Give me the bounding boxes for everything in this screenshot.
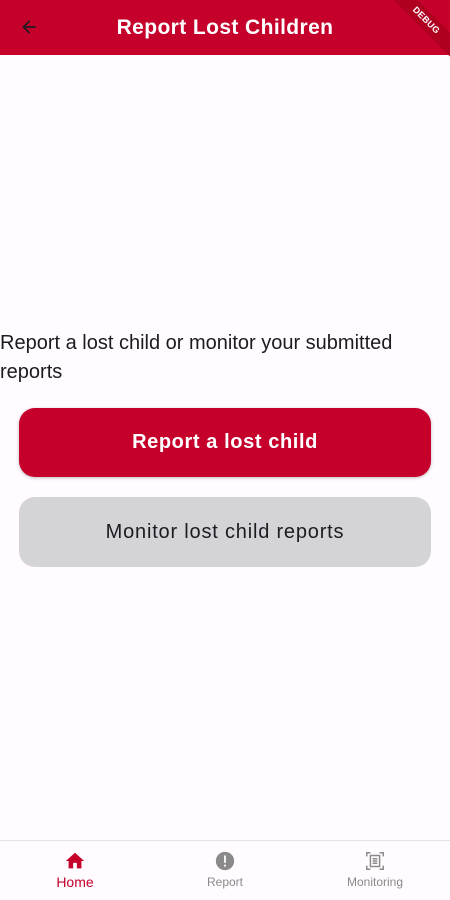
app-bar: Report Lost Children DEBUG [0, 0, 450, 62]
alert-icon [214, 850, 236, 872]
bottom-navigation: Home Report Monitoring [0, 840, 450, 900]
page-title: Report Lost Children [116, 16, 334, 39]
document-scan-icon [364, 850, 386, 872]
nav-item-home[interactable]: Home [0, 841, 150, 900]
app-root: Report Lost Children DEBUG Report a lost… [0, 0, 450, 900]
report-lost-child-button[interactable]: Report a lost child [19, 408, 431, 477]
monitor-reports-button[interactable]: Monitor lost child reports [19, 497, 431, 567]
nav-item-report[interactable]: Report [150, 841, 300, 900]
nav-label-monitoring: Monitoring [346, 875, 404, 889]
home-icon [64, 850, 86, 872]
instruction-text: Report a lost child or monitor your subm… [0, 332, 393, 383]
report-lost-child-label: Report a lost child [132, 431, 318, 453]
nav-label-report: Report [206, 875, 244, 889]
nav-item-monitoring[interactable]: Monitoring [300, 841, 450, 900]
monitor-reports-label: Monitor lost child reports [105, 520, 345, 543]
nav-label-home: Home [56, 874, 94, 890]
